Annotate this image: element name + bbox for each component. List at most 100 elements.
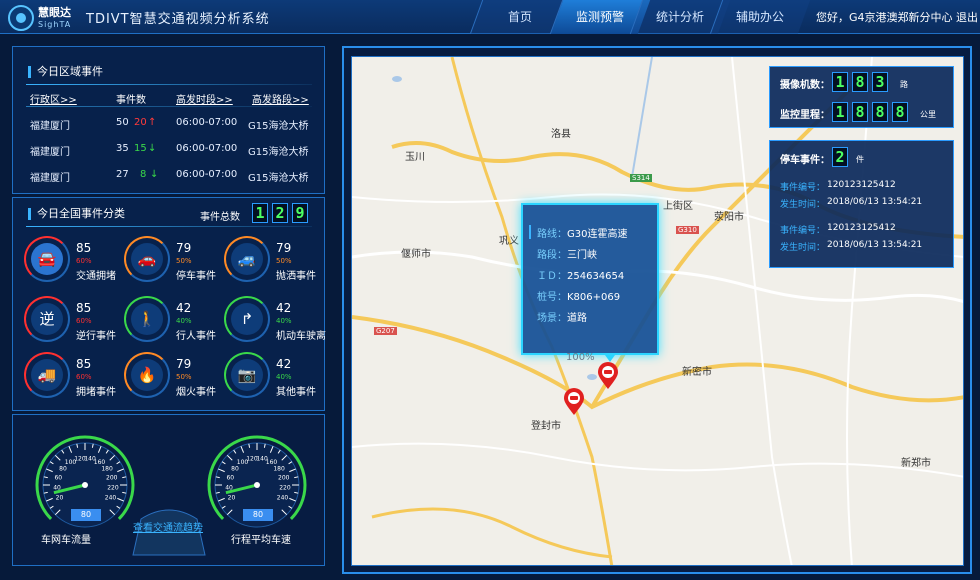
- arrow-down-icon: ↓: [150, 169, 159, 180]
- popup-row-label: 桩号：: [537, 292, 567, 303]
- road-cell: G15海沧大桥: [248, 147, 309, 158]
- place-label: 新郑市: [901, 458, 931, 469]
- region-cell: 福建厦门: [30, 173, 70, 184]
- event-id-label: 事件编号：: [780, 226, 826, 236]
- local-road: [731, 57, 793, 565]
- table-row[interactable]: 福建厦门 50 20 ↑ 06:00-07:00 G15海沧大桥: [22, 111, 314, 135]
- left-gauge-value: 80: [71, 509, 101, 521]
- road-sign-g310: G310: [676, 226, 699, 234]
- popup-row-label: 路线：: [537, 229, 567, 240]
- category-item[interactable]: 🚗 79 50% 停车事件: [124, 236, 224, 292]
- mileage-label: 监控里程：: [780, 110, 830, 121]
- highway-road: [371, 507, 613, 559]
- time-cell: 06:00-07:00: [176, 143, 238, 154]
- event-marker-icon[interactable]: [597, 362, 619, 390]
- time-cell: 06:00-07:00: [176, 169, 238, 180]
- table-row[interactable]: 福建厦门 35 15 ↓ 06:00-07:00 G15海沧大桥: [22, 137, 314, 161]
- category-percent: 60%: [76, 257, 92, 265]
- gauge-tick-label: 20: [228, 494, 236, 501]
- region-cell: 福建厦门: [30, 147, 70, 158]
- popup-row-value: G30连霍高速: [567, 229, 628, 240]
- category-value: 79: [176, 357, 192, 371]
- event-marker-icon[interactable]: [563, 388, 585, 416]
- wrong-way-icon: 逆: [39, 310, 55, 328]
- category-name: 逆行事件: [76, 331, 116, 342]
- category-value: 85: [76, 301, 92, 315]
- gauge-tick-label: 200: [106, 475, 118, 482]
- traffic-trend-link[interactable]: 查看交通流趋势: [133, 519, 203, 534]
- gauge-tick-label: 240: [277, 494, 289, 501]
- region-header-link[interactable]: 行政区>>: [30, 91, 77, 106]
- category-item[interactable]: ↱ 42 40% 机动车驶离: [224, 296, 326, 352]
- count-cell: 27: [116, 169, 129, 180]
- table-row[interactable]: 福建厦门 27 8 ↓ 06:00-07:00 G15海沧大桥: [22, 163, 314, 187]
- popup-row: 场景：道路: [537, 309, 587, 324]
- time-cell: 06:00-07:00: [176, 117, 238, 128]
- tab-office[interactable]: 辅助办公: [709, 0, 811, 34]
- category-item[interactable]: 🚶 42 40% 行人事件: [124, 296, 224, 352]
- peak-time-header-link[interactable]: 高发时段>>: [176, 91, 233, 106]
- mileage-digit: 8: [872, 102, 888, 122]
- popup-row: 桩号：K806+069: [537, 288, 620, 303]
- gauge-tick-label: 220: [107, 485, 119, 492]
- event-time: 2018/06/13 13:54:21: [827, 240, 923, 250]
- event-time-label: 发生时间：: [780, 200, 826, 210]
- popup-row: 路段：三门峡: [537, 246, 597, 261]
- camera-stats-box: 摄像机数： 1 8 3 路 监控里程： 1 8 8 8 公里: [769, 66, 954, 128]
- popup-accent: [529, 225, 531, 239]
- category-value: 42: [276, 357, 292, 371]
- category-item[interactable]: 🚙 79 50% 抛洒事件: [224, 236, 324, 292]
- gauge-tick-label: 60: [54, 475, 62, 482]
- brand-name: 慧眼达: [38, 6, 71, 19]
- category-item[interactable]: 🚚 85 60% 拥堵事件: [24, 352, 124, 408]
- camera-digit: 8: [852, 72, 868, 92]
- region-cell: 福建厦门: [30, 121, 70, 132]
- cameras-unit: 路: [900, 80, 908, 89]
- gauge-tick-label: 80: [59, 466, 67, 473]
- category-item[interactable]: 🔥 79 50% 烟火事件: [124, 352, 224, 408]
- category-value: 79: [276, 241, 292, 255]
- category-value: 85: [76, 241, 92, 255]
- user-greeting[interactable]: 您好，G4京港澳郑新分中心 退出: [816, 9, 978, 25]
- category-percent: 60%: [76, 317, 92, 325]
- peak-road-header-link[interactable]: 高发路段>>: [252, 91, 309, 106]
- category-percent: 40%: [276, 317, 292, 325]
- category-name: 行人事件: [176, 331, 216, 342]
- count-header: 事件数: [116, 95, 146, 106]
- category-item[interactable]: 🚘 85 60% 交通拥堵: [24, 236, 124, 292]
- popup-row-label: 场景：: [537, 313, 567, 324]
- category-value: 42: [176, 301, 192, 315]
- category-percent: 50%: [176, 257, 192, 265]
- road-sign-g207: G207: [374, 327, 397, 335]
- gauge-tick-label: 60: [226, 475, 234, 482]
- count-cell: 50: [116, 117, 129, 128]
- event-id-label: 事件编号：: [780, 183, 826, 193]
- mileage-unit: 公里: [920, 110, 936, 119]
- parking-car-icon: 🚗: [137, 250, 157, 268]
- brand-logo: 慧眼达 SighTA: [6, 3, 78, 33]
- right-gauge-value: 80: [243, 509, 273, 521]
- event-id[interactable]: 120123125412: [827, 223, 896, 233]
- popup-row-label: 路段：: [537, 250, 567, 261]
- category-percent: 50%: [176, 373, 192, 381]
- event-id[interactable]: 120123125412: [827, 180, 896, 190]
- category-item[interactable]: 逆 85 60% 逆行事件: [24, 296, 124, 352]
- place-label: 新密市: [682, 367, 712, 378]
- popup-row: 路线：G30连霍高速: [537, 225, 627, 240]
- top-header: 慧眼达 SighTA TDIVT智慧交通视频分析系统 首页 监测预警 统计分析 …: [0, 0, 980, 34]
- category-item[interactable]: 📷 42 40% 其他事件: [224, 352, 324, 408]
- category-name: 烟火事件: [176, 387, 216, 398]
- gauges-panel: 20 40 60 80 100 120 140 160 180 200 220 240 20 40 60 8…: [12, 414, 325, 566]
- place-label: 巩义: [499, 236, 519, 247]
- gauge-tick-label: 80: [231, 466, 239, 473]
- national-categories-title: 今日全国事件分类: [28, 208, 125, 220]
- total-events-label: 事件总数: [200, 212, 240, 223]
- left-gauge-label: 车网车流量: [41, 535, 91, 546]
- road-cell: G15海沧大桥: [248, 121, 309, 132]
- gauge-tick-label: 220: [279, 485, 291, 492]
- road-cell: G15海沧大桥: [248, 173, 309, 184]
- collision-icon: 🚙: [237, 250, 257, 268]
- category-name: 停车事件: [176, 271, 216, 282]
- turn-arrow-icon: ↱: [240, 310, 254, 328]
- cameras-label: 摄像机数：: [780, 80, 830, 91]
